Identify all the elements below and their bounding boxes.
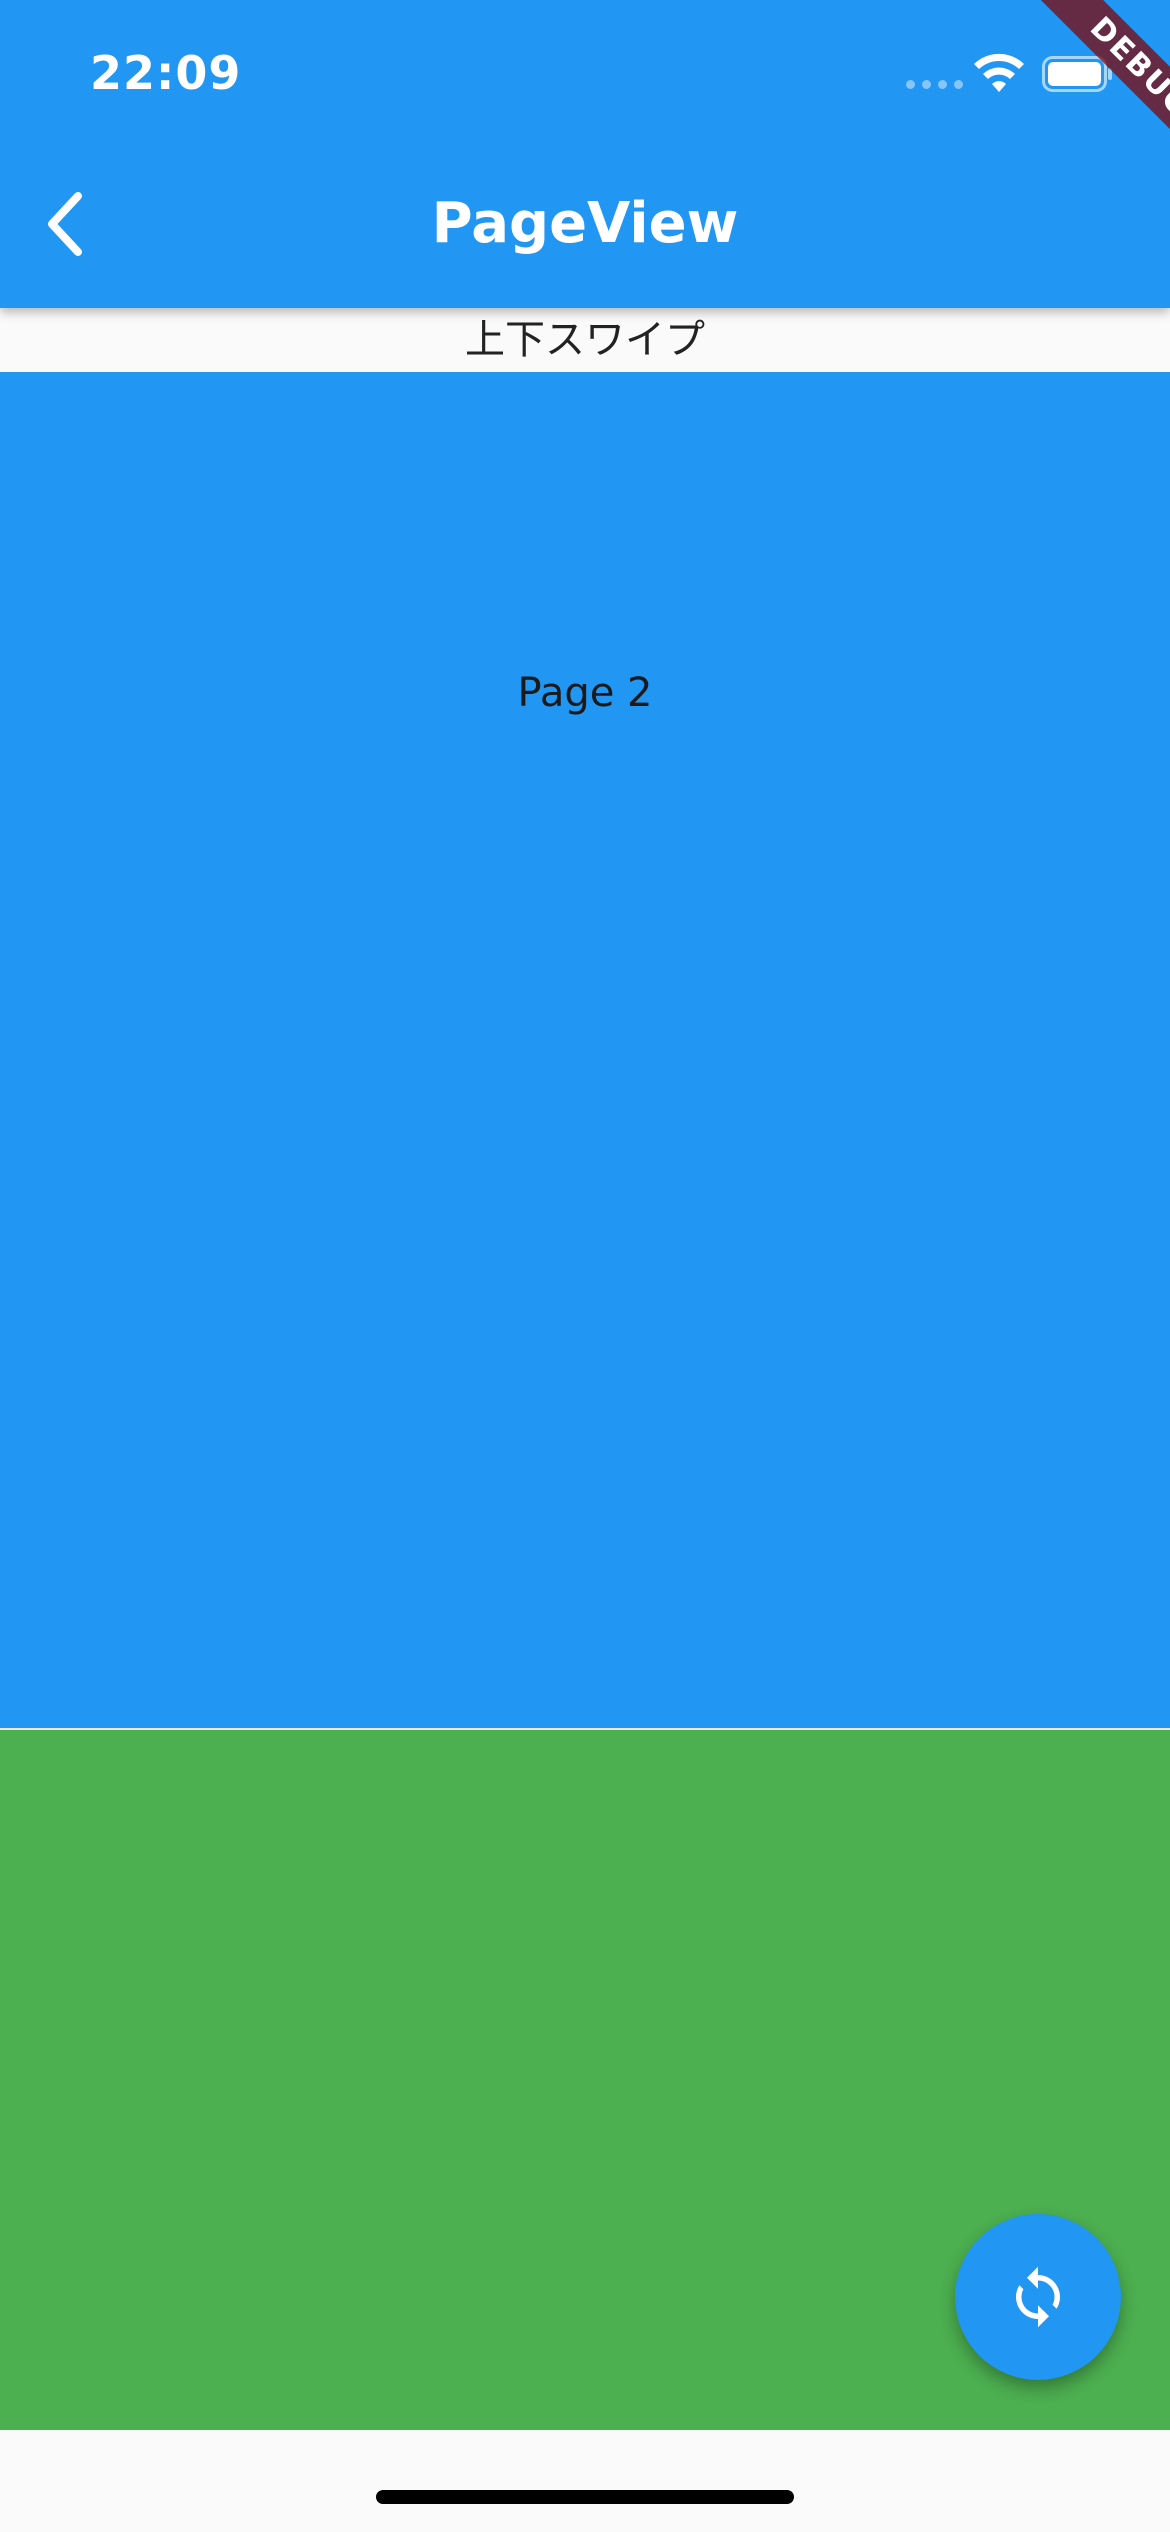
page-title: PageView (431, 191, 739, 256)
app-bar: 22:09 PageView (0, 0, 1170, 308)
wifi-icon (974, 53, 1024, 92)
app-screen: 22:09 PageView DEBUG 上下スワイプ Page 2 (0, 0, 1170, 2532)
page-view-page-2[interactable]: Page 2 (0, 372, 1170, 1728)
battery-icon (1042, 56, 1112, 92)
swipe-direction-label: 上下スワイプ (0, 308, 1170, 372)
signal-dots-icon (906, 80, 963, 89)
back-button[interactable] (34, 186, 98, 262)
sync-icon (1016, 2266, 1060, 2328)
status-time: 22:09 (90, 46, 242, 100)
page-label: Page 2 (517, 670, 653, 716)
sync-fab-button[interactable] (955, 2214, 1121, 2380)
chevron-left-icon (48, 192, 82, 256)
home-indicator[interactable] (376, 2490, 794, 2504)
